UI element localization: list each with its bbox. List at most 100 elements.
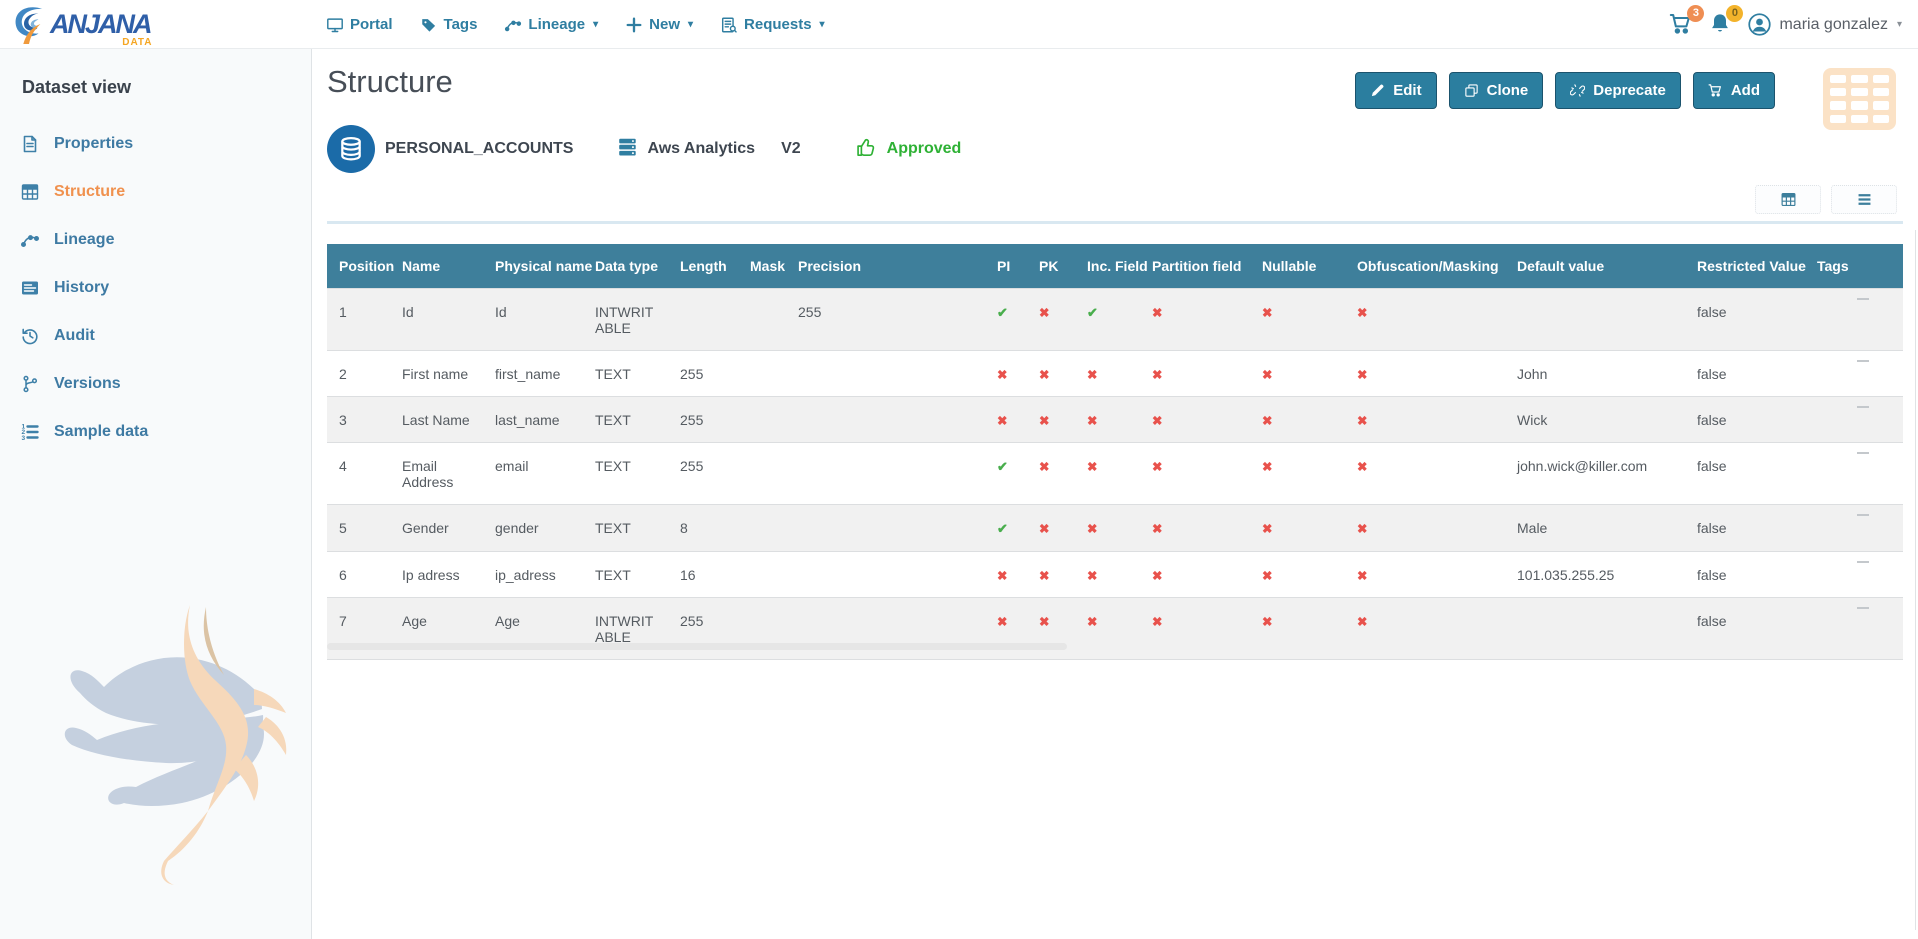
table-row: 4Email AddressemailTEXT255✔✖✖✖✖✖john.wic… [327, 443, 1903, 505]
clone-icon [1464, 83, 1479, 98]
sidebar-item-lineage[interactable]: Lineage [0, 216, 311, 264]
nav-item-lineage[interactable]: Lineage▾ [504, 16, 598, 34]
column-header-inc-field: Inc. Field [1075, 244, 1140, 289]
dataset-icon [327, 125, 375, 173]
user-menu[interactable]: maria gonzalez ▾ [1747, 12, 1902, 37]
sidebar-item-label: Lineage [54, 231, 114, 249]
sidebar-item-structure[interactable]: Structure [0, 168, 311, 216]
sidebar-item-properties[interactable]: Properties [0, 120, 311, 168]
cross-icon: ✖ [1357, 414, 1367, 428]
tag-dash-icon [1857, 452, 1869, 454]
list-view-icon [1856, 191, 1873, 208]
nav-item-new[interactable]: New▾ [625, 16, 693, 34]
cell-position: 6 [327, 552, 390, 598]
check-icon: ✔ [997, 305, 1008, 320]
cart-badge: 3 [1687, 5, 1704, 22]
logo-name: ANJANA [50, 9, 151, 39]
chevron-down-icon: ▾ [688, 19, 693, 30]
list-view-button[interactable] [1831, 185, 1897, 214]
column-header-precision: Precision [786, 244, 985, 289]
page-title: Structure [327, 64, 453, 100]
cross-icon: ✖ [1152, 306, 1162, 320]
cross-icon: ✖ [1357, 522, 1367, 536]
notifications-badge: 0 [1726, 5, 1743, 22]
cross-icon: ✖ [1039, 522, 1049, 536]
cell-tags [1805, 289, 1903, 351]
header-row: PositionNamePhysical nameData typeLength… [327, 244, 1903, 289]
table-row: 1IdIdINTWRITABLE255✔✖✔✖✖✖false [327, 289, 1903, 351]
sidebar-item-history[interactable]: History [0, 264, 311, 312]
notifications-button[interactable]: 0 [1708, 12, 1734, 38]
fairy-watermark [58, 597, 298, 887]
tag-dash-icon [1857, 298, 1869, 300]
lineage-icon [504, 16, 522, 34]
app-logo[interactable]: ANJANA DATA [10, 3, 151, 45]
column-header-default-value: Default value [1505, 244, 1685, 289]
cross-icon: ✖ [1357, 306, 1367, 320]
cell-nullable: ✖ [1250, 397, 1345, 443]
cross-icon: ✖ [1087, 414, 1097, 428]
cell-mask [738, 505, 786, 552]
cell-nullable: ✖ [1250, 351, 1345, 397]
deprecate-button[interactable]: Deprecate [1555, 72, 1681, 109]
cell-restricted-value: false [1685, 505, 1805, 552]
cell-name: Id [390, 289, 483, 351]
button-label: Add [1731, 82, 1760, 99]
table-top-divider [327, 221, 1903, 224]
cross-icon: ✖ [1262, 615, 1272, 629]
cell-partition-field: ✖ [1140, 289, 1250, 351]
cell-length: 255 [668, 397, 738, 443]
edit-button[interactable]: Edit [1355, 72, 1436, 109]
cross-icon: ✖ [1357, 368, 1367, 382]
cross-icon: ✖ [1357, 615, 1367, 629]
cell-default-value: Wick [1505, 397, 1685, 443]
horizontal-scrollbar[interactable] [327, 643, 1067, 650]
nav-item-portal[interactable]: Portal [326, 16, 393, 34]
cross-icon: ✖ [997, 569, 1007, 583]
cross-icon: ✖ [997, 414, 1007, 428]
sidebar-item-label: History [54, 279, 109, 297]
nav-item-tags[interactable]: Tags [420, 16, 478, 34]
cell-precision: 255 [786, 289, 985, 351]
lineage-icon [20, 230, 40, 250]
clone-button[interactable]: Clone [1449, 72, 1544, 109]
table-body: 1IdIdINTWRITABLE255✔✖✔✖✖✖false2First nam… [327, 289, 1903, 660]
cell-default-value [1505, 598, 1685, 660]
cell-nullable: ✖ [1250, 505, 1345, 552]
cell-pi: ✖ [985, 598, 1027, 660]
cell-physical-name: Id [483, 289, 583, 351]
version-label: V2 [781, 140, 801, 158]
button-label: Deprecate [1593, 82, 1666, 99]
cell-mask [738, 598, 786, 660]
main-content: Structure PERSONAL_ACCOUNTS Aws Analytic… [313, 49, 1918, 939]
nav-item-requests[interactable]: Requests▾ [720, 16, 825, 34]
dataset-header: PERSONAL_ACCOUNTS Aws Analytics V2 Appro… [327, 125, 961, 173]
column-header-restricted-value: Restricted Value [1685, 244, 1805, 289]
cell-mask [738, 552, 786, 598]
cell-restricted-value: false [1685, 351, 1805, 397]
add-button[interactable]: Add [1693, 72, 1775, 109]
cell-pi: ✔ [985, 443, 1027, 505]
main-nav: Portal Tags Lineage▾ New▾ Requests▾ [326, 0, 825, 49]
sidebar-item-versions[interactable]: Versions [0, 360, 311, 408]
cell-pi: ✖ [985, 397, 1027, 443]
table-row: 6Ip adressip_adressTEXT16✖✖✖✖✖✖101.035.2… [327, 552, 1903, 598]
column-header-length: Length [668, 244, 738, 289]
cross-icon: ✖ [1087, 569, 1097, 583]
vertical-scrollbar[interactable] [1915, 230, 1916, 930]
column-header-mask: Mask [738, 244, 786, 289]
table-view-button[interactable] [1755, 185, 1821, 214]
branch-icon [20, 374, 40, 394]
cell-position: 5 [327, 505, 390, 552]
cell-data-type: TEXT [583, 397, 668, 443]
sidebar-item-sample-data[interactable]: 123Sample data [0, 408, 311, 456]
cell-physical-name: gender [483, 505, 583, 552]
cart-button[interactable]: 3 [1669, 12, 1695, 38]
cell-obfuscation-masking: ✖ [1345, 443, 1505, 505]
cross-icon: ✖ [1262, 460, 1272, 474]
cart-icon [1708, 83, 1723, 98]
check-icon: ✔ [997, 459, 1008, 474]
sidebar-item-audit[interactable]: Audit [0, 312, 311, 360]
column-header-name: Name [390, 244, 483, 289]
cell-pk: ✖ [1027, 443, 1075, 505]
